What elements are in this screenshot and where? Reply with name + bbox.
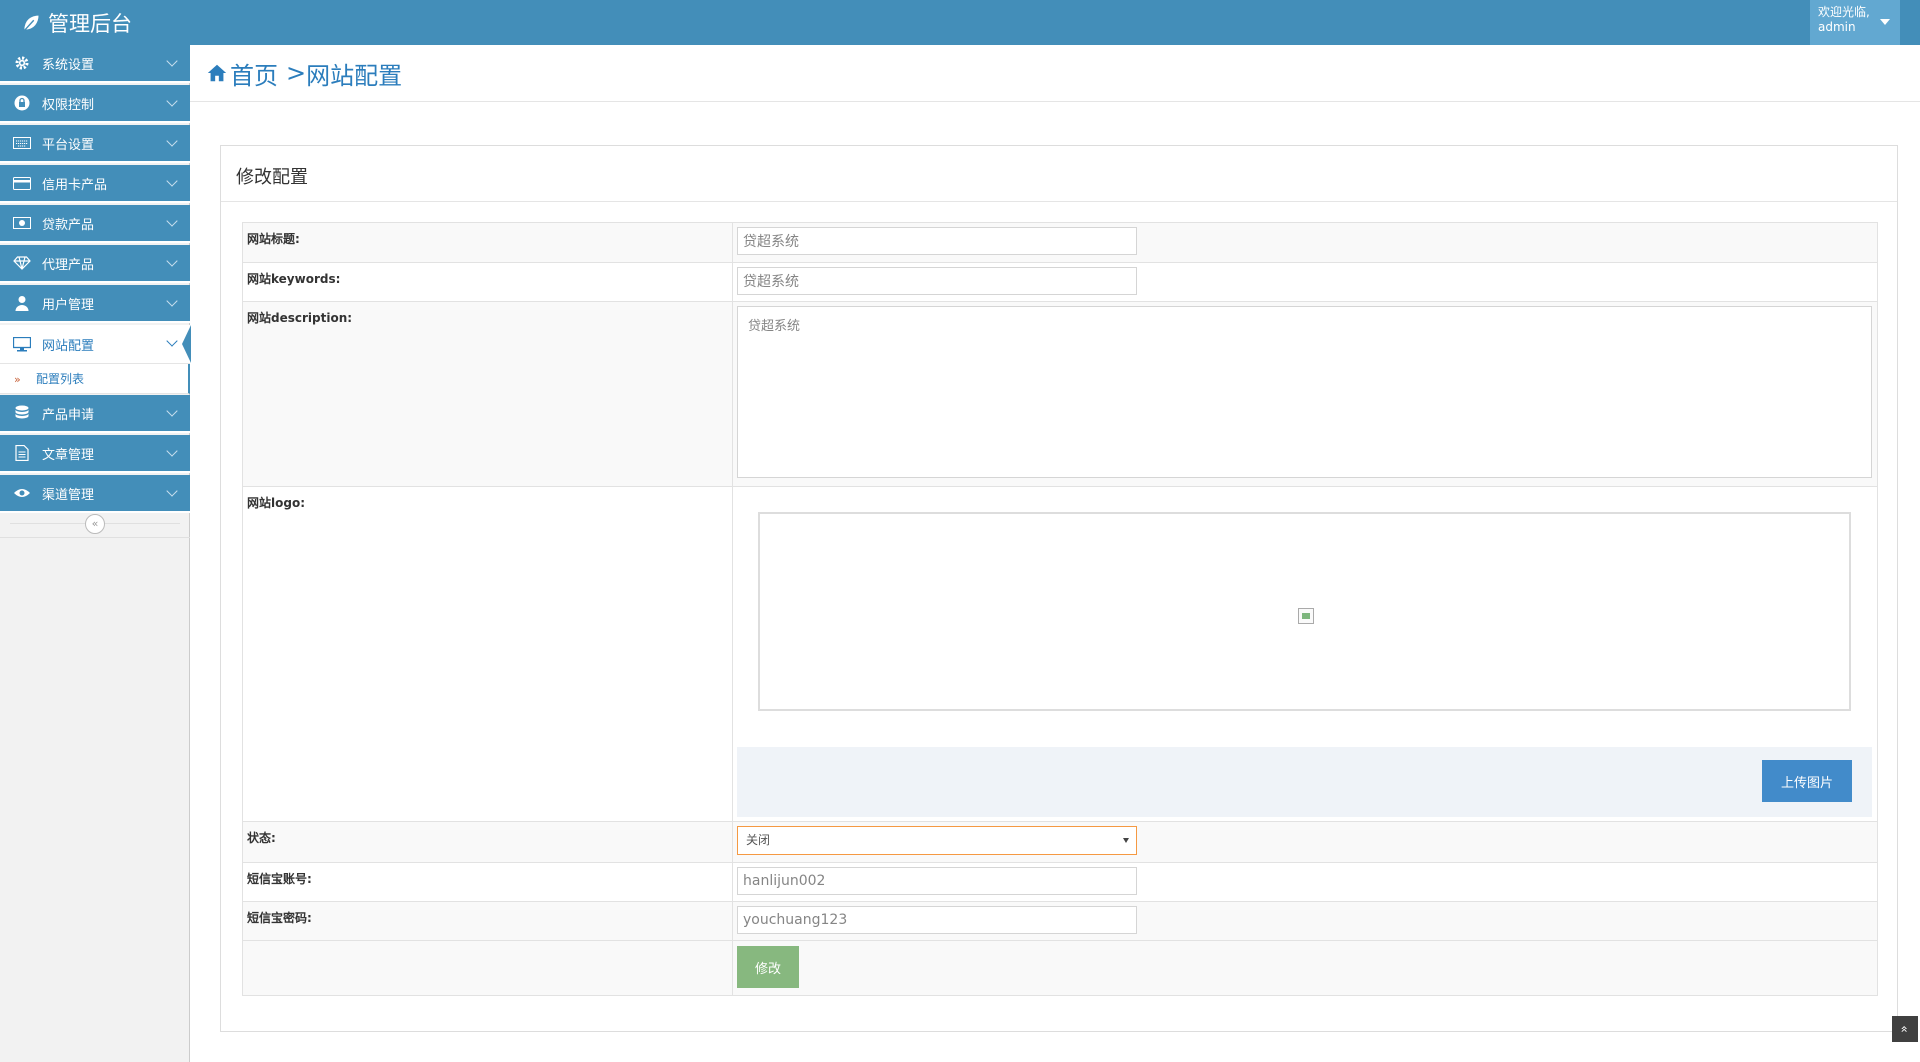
breadcrumb-separator: > bbox=[286, 59, 307, 87]
caret-down-icon bbox=[1880, 19, 1890, 25]
chevron-down-icon bbox=[166, 295, 178, 307]
sidebar-item-label: 平台设置 bbox=[42, 137, 95, 153]
sidebar-item-platform[interactable]: 平台设置 bbox=[0, 125, 190, 163]
collapse-sidebar-button[interactable]: « bbox=[85, 514, 105, 534]
gear-icon bbox=[12, 55, 32, 71]
breadcrumb: 首页 > 网站配置 bbox=[190, 45, 1920, 102]
logo-upload-area: 上传图片 bbox=[733, 487, 1877, 821]
double-angle-up-icon: « bbox=[1898, 1025, 1912, 1033]
sidebar-item-credit-card[interactable]: 信用卡产品 bbox=[0, 165, 190, 203]
sidebar-item-label: 文章管理 bbox=[42, 447, 95, 463]
sidebar-item-label: 代理产品 bbox=[42, 257, 95, 273]
sidebar-item-label: 权限控制 bbox=[42, 97, 95, 113]
diamond-icon bbox=[12, 255, 32, 271]
sidebar-subitem-config-list[interactable]: » 配置列表 bbox=[0, 364, 190, 394]
sidebar-collapse-bar: « bbox=[0, 508, 190, 538]
file-icon bbox=[12, 445, 32, 461]
database-icon bbox=[12, 405, 32, 421]
chevron-down-icon bbox=[166, 485, 178, 497]
desktop-icon bbox=[12, 336, 32, 352]
sidebar-item-label: 渠道管理 bbox=[42, 487, 95, 503]
sidebar-item-label: 系统设置 bbox=[42, 57, 95, 73]
sidebar-item-article[interactable]: 文章管理 bbox=[0, 435, 190, 473]
site-logo-label: 网站logo: bbox=[242, 486, 733, 822]
sms-account-input[interactable] bbox=[737, 867, 1137, 895]
chevron-down-icon bbox=[166, 335, 178, 347]
keyboard-icon bbox=[12, 135, 32, 151]
sidebar: 系统设置 权限控制 平台设置 信用卡产品 贷款产品 代理产品 用户管理 网站配置… bbox=[0, 45, 191, 1062]
form-row-title: 网站标题: bbox=[242, 222, 1878, 263]
money-icon bbox=[12, 215, 32, 231]
brand[interactable]: 管理后台 bbox=[20, 8, 132, 38]
sidebar-item-label: 产品申请 bbox=[42, 407, 95, 423]
brand-title: 管理后台 bbox=[48, 12, 132, 36]
chevron-down-icon bbox=[166, 175, 178, 187]
form-row-status: 状态: 关闭 bbox=[242, 821, 1878, 863]
status-selected-value: 关闭 bbox=[746, 833, 771, 847]
site-description-textarea[interactable] bbox=[737, 306, 1872, 478]
site-keywords-label: 网站keywords: bbox=[242, 262, 733, 302]
breadcrumb-current: 网站配置 bbox=[306, 61, 403, 90]
user-icon bbox=[12, 295, 32, 311]
status-select[interactable]: 关闭 bbox=[737, 826, 1137, 855]
sidebar-item-label: 用户管理 bbox=[42, 297, 95, 313]
sidebar-subitem-label: 配置列表 bbox=[36, 372, 85, 386]
sidebar-item-user[interactable]: 用户管理 bbox=[0, 285, 190, 323]
chevron-down-icon bbox=[166, 405, 178, 417]
user-greeting: 欢迎光临, bbox=[1818, 5, 1870, 19]
form-row-sms-password: 短信宝密码: bbox=[242, 901, 1878, 941]
config-panel: 修改配置 网站标题: 网站keywords: 网站description: 网站… bbox=[220, 145, 1898, 1032]
sidebar-item-label: 贷款产品 bbox=[42, 217, 95, 233]
sms-password-label: 短信宝密码: bbox=[242, 901, 733, 941]
chevron-down-icon bbox=[166, 95, 178, 107]
chevron-down-icon bbox=[166, 255, 178, 267]
sidebar-item-product-apply[interactable]: 产品申请 bbox=[0, 395, 190, 433]
scroll-to-top-button[interactable]: « bbox=[1892, 1016, 1918, 1042]
sidebar-item-site-config[interactable]: 网站配置 bbox=[0, 325, 191, 364]
sms-password-input[interactable] bbox=[737, 906, 1137, 934]
sidebar-item-system-settings[interactable]: 系统设置 bbox=[0, 45, 190, 83]
sidebar-item-agent[interactable]: 代理产品 bbox=[0, 245, 190, 283]
site-title-label: 网站标题: bbox=[242, 222, 733, 263]
form-row-keywords: 网站keywords: bbox=[242, 262, 1878, 302]
sidebar-item-label: 网站配置 bbox=[42, 338, 95, 354]
site-description-label: 网站description: bbox=[242, 301, 733, 487]
sms-account-label: 短信宝账号: bbox=[242, 862, 733, 902]
lock-icon bbox=[12, 95, 32, 111]
upload-image-button[interactable]: 上传图片 bbox=[1762, 760, 1852, 802]
form-row-description: 网站description: bbox=[242, 301, 1878, 487]
breadcrumb-home-link[interactable]: 首页 bbox=[230, 56, 278, 91]
caret-down-icon bbox=[1123, 838, 1129, 843]
status-label: 状态: bbox=[242, 821, 733, 863]
top-navbar: 管理后台 欢迎光临, admin bbox=[0, 0, 1920, 45]
home-icon bbox=[207, 64, 227, 82]
chevron-down-icon bbox=[166, 215, 178, 227]
user-menu[interactable]: 欢迎光临, admin bbox=[1810, 0, 1900, 45]
site-title-input[interactable] bbox=[737, 227, 1137, 255]
sidebar-item-label: 信用卡产品 bbox=[42, 177, 108, 193]
chevron-down-icon bbox=[166, 135, 178, 147]
chevron-down-icon bbox=[166, 55, 178, 67]
submit-button[interactable]: 修改 bbox=[737, 946, 799, 988]
broken-image-icon bbox=[1298, 608, 1314, 624]
leaf-icon bbox=[22, 14, 40, 32]
double-angle-right-icon: » bbox=[14, 373, 21, 386]
logo-preview bbox=[758, 512, 1851, 711]
form-row-logo: 网站logo: 上传图片 bbox=[242, 486, 1878, 822]
eye-icon bbox=[12, 485, 32, 501]
chevron-down-icon bbox=[166, 445, 178, 457]
upload-toolbar: 上传图片 bbox=[737, 747, 1872, 817]
form-row-submit: 修改 bbox=[242, 940, 1878, 996]
sidebar-item-loan[interactable]: 贷款产品 bbox=[0, 205, 190, 243]
panel-title: 修改配置 bbox=[221, 146, 1897, 202]
credit-card-icon bbox=[12, 175, 32, 191]
form-row-sms-account: 短信宝账号: bbox=[242, 862, 1878, 902]
site-keywords-input[interactable] bbox=[737, 267, 1137, 295]
config-form-table: 网站标题: 网站keywords: 网站description: 网站logo:… bbox=[242, 222, 1878, 996]
sidebar-item-permission[interactable]: 权限控制 bbox=[0, 85, 190, 123]
